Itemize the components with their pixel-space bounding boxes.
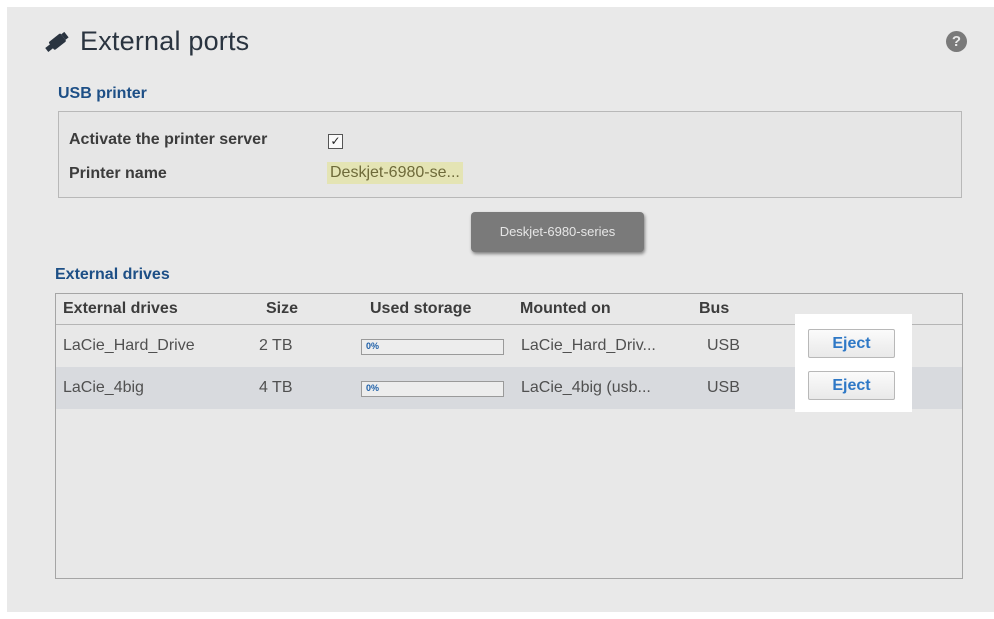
activate-printer-checkbox[interactable]: ✓ [328,134,343,149]
mounted-on: LaCie_4big (usb... [521,379,651,396]
bus: USB [707,337,740,354]
drive-size: 4 TB [259,379,293,396]
column-header-size: Size [266,300,299,317]
column-header-used-storage: Used storage [370,300,472,317]
eject-highlight: Eject Eject [795,314,912,412]
bus: USB [707,379,740,396]
printer-name-label: Printer name [69,165,167,182]
external-drives-section-title: External drives [55,266,170,283]
column-header-mounted-on: Mounted on [520,300,611,317]
used-storage-bar: 0% [361,381,504,397]
help-icon[interactable]: ? [946,31,967,52]
column-header-bus: Bus [699,300,730,317]
used-storage-bar: 0% [361,339,504,355]
page-title: External ports [80,26,250,56]
page-header: External ports [44,26,249,57]
usb-printer-panel: Activate the printer server ✓ Printer na… [58,111,962,198]
printer-name-value[interactable]: Deskjet-6980-se... [327,162,463,184]
printer-name-tooltip: Deskjet-6980-series [471,212,644,252]
used-storage-label: 0% [366,383,380,393]
usb-plug-icon [45,31,69,52]
drive-name: LaCie_4big [63,379,144,396]
activate-printer-label: Activate the printer server [69,131,268,148]
column-header-name: External drives [63,300,178,317]
usb-printer-section-title: USB printer [58,85,147,102]
drive-name: LaCie_Hard_Drive [63,337,195,354]
eject-button-lacie-4big[interactable]: Eject [808,371,895,400]
eject-button-lacie-hard-drive[interactable]: Eject [808,329,895,358]
used-storage-label: 0% [366,341,380,351]
mounted-on: LaCie_Hard_Driv... [521,337,656,354]
drive-size: 2 TB [259,337,293,354]
